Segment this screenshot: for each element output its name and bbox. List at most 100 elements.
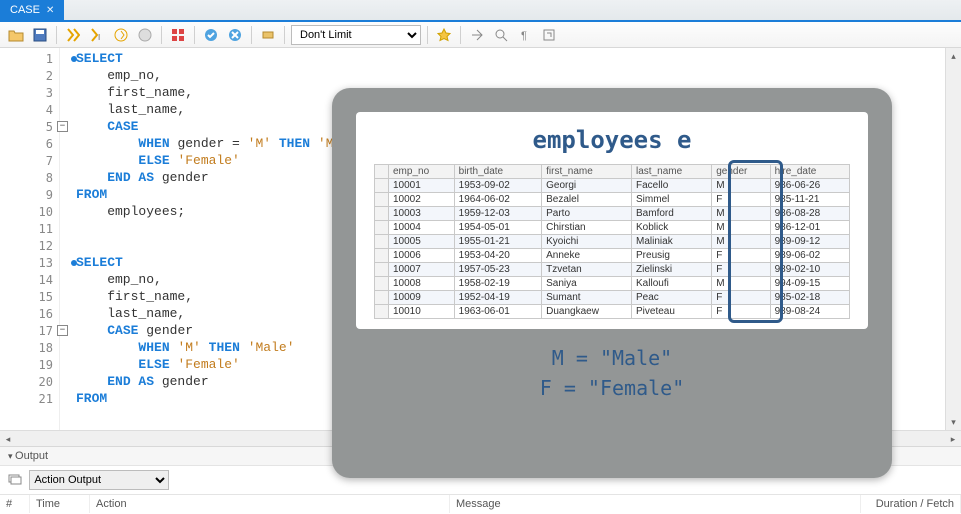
statement-marker-icon bbox=[71, 56, 77, 62]
beautify-button[interactable] bbox=[434, 25, 454, 45]
separator bbox=[427, 26, 428, 44]
col-message: Message bbox=[450, 495, 861, 513]
toggle-autocommit-button[interactable] bbox=[168, 25, 188, 45]
table-cell: 986-08-28 bbox=[770, 207, 849, 221]
table-cell: 10010 bbox=[389, 305, 455, 319]
table-row: 100061953-04-20AnnekePreusigF989-06-02 bbox=[375, 249, 850, 263]
scroll-right-icon[interactable]: ▸ bbox=[945, 431, 961, 446]
table-cell: 989-02-10 bbox=[770, 263, 849, 277]
line-number: 3 bbox=[0, 84, 59, 101]
table-cell: F bbox=[712, 249, 770, 263]
action-output-select[interactable]: Action Output bbox=[29, 470, 169, 490]
table-cell: 986-06-26 bbox=[770, 179, 849, 193]
rollback-button[interactable] bbox=[225, 25, 245, 45]
table-cell: M bbox=[712, 207, 770, 221]
table-row: 100031959-12-03PartoBamfordM986-08-28 bbox=[375, 207, 850, 221]
explain-button[interactable] bbox=[111, 25, 131, 45]
scroll-left-icon[interactable]: ◂ bbox=[0, 431, 16, 446]
table-cell: Anneke bbox=[542, 249, 632, 263]
table-cell: Preusig bbox=[632, 249, 712, 263]
save-button[interactable] bbox=[30, 25, 50, 45]
table-row: 100011953-09-02GeorgiFacelloM986-06-26 bbox=[375, 179, 850, 193]
line-number: 21 bbox=[0, 390, 59, 407]
separator bbox=[460, 26, 461, 44]
table-row: 100051955-01-21KyoichiMaliniakM989-09-12 bbox=[375, 235, 850, 249]
employees-table: emp_nobirth_datefirst_namelast_namegende… bbox=[374, 164, 850, 319]
fold-toggle[interactable]: − bbox=[57, 325, 68, 336]
line-number: 17− bbox=[0, 322, 59, 339]
table-header: gender bbox=[712, 165, 770, 179]
table-cell: Koblick bbox=[632, 221, 712, 235]
overlay-title: employees e bbox=[374, 126, 850, 154]
line-number: 14 bbox=[0, 271, 59, 288]
toolbar: I Don't Limit ¶ bbox=[0, 22, 961, 48]
toggle-whitespace-button[interactable] bbox=[258, 25, 278, 45]
toggle-invisible-button[interactable]: ¶ bbox=[515, 25, 535, 45]
svg-text:¶: ¶ bbox=[521, 30, 527, 42]
fold-toggle[interactable]: − bbox=[57, 121, 68, 132]
statement-marker-icon bbox=[71, 260, 77, 266]
table-cell: 10005 bbox=[389, 235, 455, 249]
table-cell: 989-09-12 bbox=[770, 235, 849, 249]
tab-bar: CASE ✕ bbox=[0, 0, 961, 22]
commit-button[interactable] bbox=[201, 25, 221, 45]
code-line[interactable]: emp_no, bbox=[76, 67, 945, 84]
line-gutter: 12345−67891011121314151617−18192021 bbox=[0, 48, 60, 430]
line-number: 13 bbox=[0, 254, 59, 271]
table-header: hire_date bbox=[770, 165, 849, 179]
table-cell: Maliniak bbox=[632, 235, 712, 249]
line-number: 16 bbox=[0, 305, 59, 322]
tab-case[interactable]: CASE ✕ bbox=[0, 0, 64, 20]
legend-line-2: F = "Female" bbox=[356, 373, 868, 403]
table-cell: 985-11-21 bbox=[770, 193, 849, 207]
table-cell: F bbox=[712, 291, 770, 305]
explanation-overlay: employees e emp_nobirth_datefirst_namela… bbox=[332, 88, 892, 478]
line-number: 8 bbox=[0, 169, 59, 186]
table-cell: Zielinski bbox=[632, 263, 712, 277]
scroll-up-icon[interactable]: ▴ bbox=[946, 48, 961, 64]
execute-button[interactable] bbox=[63, 25, 83, 45]
table-cell: Chirstian bbox=[542, 221, 632, 235]
col-num: # bbox=[0, 495, 30, 513]
find-button[interactable] bbox=[467, 25, 487, 45]
limit-rows-select[interactable]: Don't Limit bbox=[291, 25, 421, 45]
table-cell: 985-02-18 bbox=[770, 291, 849, 305]
table-cell: 1955-01-21 bbox=[454, 235, 541, 249]
tab-label: CASE bbox=[10, 4, 40, 16]
table-row: 100091952-04-19SumantPeacF985-02-18 bbox=[375, 291, 850, 305]
table-cell: 1958-02-19 bbox=[454, 277, 541, 291]
col-time: Time bbox=[30, 495, 90, 513]
execute-current-button[interactable]: I bbox=[87, 25, 107, 45]
legend: M = "Male" F = "Female" bbox=[356, 343, 868, 403]
open-file-button[interactable] bbox=[6, 25, 26, 45]
table-cell: Bezalel bbox=[542, 193, 632, 207]
table-cell: 10003 bbox=[389, 207, 455, 221]
search-icon[interactable] bbox=[491, 25, 511, 45]
table-header: first_name bbox=[542, 165, 632, 179]
close-icon[interactable]: ✕ bbox=[46, 5, 54, 16]
line-number: 5− bbox=[0, 118, 59, 135]
stack-icon bbox=[8, 474, 22, 486]
code-line[interactable]: SELECT bbox=[76, 50, 945, 67]
line-number: 7 bbox=[0, 152, 59, 169]
table-cell: F bbox=[712, 263, 770, 277]
table-header: last_name bbox=[632, 165, 712, 179]
table-cell: Parto bbox=[542, 207, 632, 221]
stop-button[interactable] bbox=[135, 25, 155, 45]
table-cell: 1957-05-23 bbox=[454, 263, 541, 277]
scroll-down-icon[interactable]: ▾ bbox=[946, 414, 961, 430]
vertical-scrollbar[interactable]: ▴ ▾ bbox=[945, 48, 961, 430]
table-cell: M bbox=[712, 235, 770, 249]
legend-line-1: M = "Male" bbox=[356, 343, 868, 373]
line-number: 18 bbox=[0, 339, 59, 356]
line-number: 12 bbox=[0, 237, 59, 254]
table-cell: Kyoichi bbox=[542, 235, 632, 249]
wrap-button[interactable] bbox=[539, 25, 559, 45]
separator bbox=[284, 26, 285, 44]
table-cell: Tzvetan bbox=[542, 263, 632, 277]
line-number: 15 bbox=[0, 288, 59, 305]
col-action: Action bbox=[90, 495, 450, 513]
table-cell: 10007 bbox=[389, 263, 455, 277]
output-grid-header: # Time Action Message Duration / Fetch bbox=[0, 494, 961, 513]
line-number: 4 bbox=[0, 101, 59, 118]
